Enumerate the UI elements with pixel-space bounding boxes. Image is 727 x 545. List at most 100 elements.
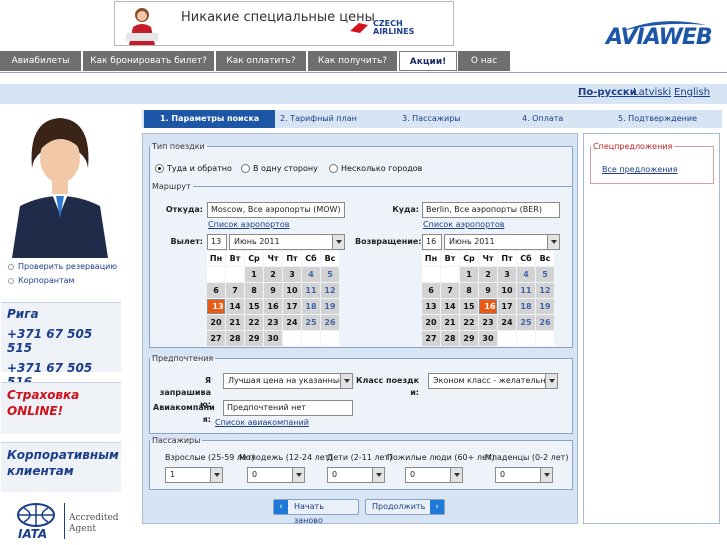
return-calendar-day[interactable]: 25	[517, 315, 535, 330]
depart-calendar-day[interactable]: 26	[321, 315, 339, 330]
depart-calendar-day[interactable]: 23	[264, 315, 282, 330]
corporate-link[interactable]: Корпорантам	[8, 276, 75, 285]
depart-calendar-day[interactable]: 12	[321, 283, 339, 298]
lang-latvian-link[interactable]: Latviski	[633, 87, 671, 98]
depart-calendar-day[interactable]: 13	[207, 299, 225, 314]
depart-calendar-day[interactable]: 20	[207, 315, 225, 330]
depart-calendar-day[interactable]: 18	[302, 299, 320, 314]
depart-calendar-day[interactable]: 1	[245, 267, 263, 282]
corporate-clients-box[interactable]: Корпоративным клиентам	[1, 442, 121, 492]
ad-banner[interactable]: Никакие специальные цены CZECH AIRLINES	[114, 1, 454, 46]
depart-calendar-day[interactable]: 21	[226, 315, 244, 330]
depart-calendar-day[interactable]: 24	[283, 315, 301, 330]
class-select[interactable]: Эконом класс - желательно	[428, 373, 558, 389]
return-calendar-day[interactable]: 30	[479, 331, 497, 346]
check-reservation-link[interactable]: Проверить резервацию	[8, 262, 117, 271]
trip-oneway-radio[interactable]: В одну сторону	[241, 164, 318, 173]
lang-russian-link[interactable]: По-русски	[578, 87, 637, 98]
depart-calendar-day[interactable]: 30	[264, 331, 282, 346]
nav-tab-how-to-book[interactable]: Как бронировать билет?	[83, 51, 215, 71]
restart-button[interactable]: ‹ Начать заново	[273, 499, 359, 525]
depart-calendar-day[interactable]: 9	[264, 283, 282, 298]
depart-calendar-day[interactable]: 8	[245, 283, 263, 298]
depart-calendar-day[interactable]: 25	[302, 315, 320, 330]
return-calendar-day[interactable]: 2	[479, 267, 497, 282]
return-day-input[interactable]: 16	[422, 234, 442, 250]
depart-calendar-day[interactable]: 4	[302, 267, 320, 282]
depart-calendar-day[interactable]: 14	[226, 299, 244, 314]
nav-tab-how-to-get[interactable]: Как получить?	[308, 51, 398, 71]
return-calendar-day[interactable]: 28	[441, 331, 459, 346]
return-calendar-day[interactable]: 5	[536, 267, 554, 282]
all-specials-link[interactable]: Все предложения	[602, 165, 678, 174]
from-airport-list-link[interactable]: Список аэропортов	[208, 220, 289, 229]
continue-button[interactable]: Продолжить ›	[365, 499, 445, 515]
nav-tab-promotions[interactable]: Акции!	[399, 51, 457, 71]
return-calendar-day[interactable]: 6	[422, 283, 440, 298]
lang-english-link[interactable]: English	[674, 87, 710, 98]
return-calendar-day[interactable]: 17	[498, 299, 516, 314]
seniors-select[interactable]: 0	[405, 467, 463, 483]
return-calendar-day[interactable]: 24	[498, 315, 516, 330]
return-calendar-day[interactable]: 14	[441, 299, 459, 314]
return-calendar-day[interactable]: 15	[460, 299, 478, 314]
return-calendar-day[interactable]: 10	[498, 283, 516, 298]
request-select[interactable]: Лучшая цена на указанные д	[223, 373, 353, 389]
depart-calendar-day[interactable]: 22	[245, 315, 263, 330]
depart-calendar-day[interactable]: 7	[226, 283, 244, 298]
to-input[interactable]: Berlin, Все аэропорты (BER)	[422, 202, 560, 218]
depart-day-input[interactable]: 13	[207, 234, 227, 250]
depart-calendar-day[interactable]: 6	[207, 283, 225, 298]
return-calendar-day[interactable]: 20	[422, 315, 440, 330]
depart-calendar-day[interactable]: 27	[207, 331, 225, 346]
return-month-select[interactable]: Июнь 2011	[444, 234, 560, 250]
depart-calendar-day[interactable]: 16	[264, 299, 282, 314]
depart-calendar-day[interactable]: 10	[283, 283, 301, 298]
return-calendar-day[interactable]: 11	[517, 283, 535, 298]
site-logo[interactable]: AVIAWEB	[606, 25, 713, 50]
depart-month-select[interactable]: Июнь 2011	[229, 234, 345, 250]
adults-select[interactable]: 1	[165, 467, 223, 483]
depart-calendar-day[interactable]: 19	[321, 299, 339, 314]
insurance-box[interactable]: Страховка ONLINE!	[1, 382, 121, 434]
depart-calendar: Пн Вт Ср Чт Пт Сб Вс 1 2 3 4 5 6 7 8 9 10 11 12 13 14 15 16 17 1…	[206, 250, 340, 347]
nav-tab-about[interactable]: О нас	[458, 51, 511, 71]
return-calendar-day[interactable]: 22	[460, 315, 478, 330]
return-calendar-day[interactable]: 8	[460, 283, 478, 298]
depart-calendar-day[interactable]: 29	[245, 331, 263, 346]
return-calendar-day[interactable]: 13	[422, 299, 440, 314]
return-calendar-day[interactable]: 21	[441, 315, 459, 330]
trip-roundtrip-radio[interactable]: Туда и обратно	[155, 164, 232, 173]
infants-select[interactable]: 0	[495, 467, 553, 483]
return-calendar-day[interactable]: 23	[479, 315, 497, 330]
depart-calendar-day[interactable]: 3	[283, 267, 301, 282]
return-calendar-day[interactable]: 26	[536, 315, 554, 330]
return-calendar-day[interactable]: 1	[460, 267, 478, 282]
depart-calendar-day[interactable]: 15	[245, 299, 263, 314]
depart-calendar-day[interactable]: 17	[283, 299, 301, 314]
from-input[interactable]: Moscow, Все аэропорты (MOW)	[207, 202, 345, 218]
youth-label: Молодежь (12-24 лет)	[239, 453, 333, 462]
return-calendar-day[interactable]: 29	[460, 331, 478, 346]
depart-calendar-day[interactable]: 5	[321, 267, 339, 282]
return-calendar-day[interactable]: 12	[536, 283, 554, 298]
youth-select[interactable]: 0	[247, 467, 305, 483]
return-calendar-day[interactable]: 18	[517, 299, 535, 314]
depart-calendar-day[interactable]: 2	[264, 267, 282, 282]
to-airport-list-link[interactable]: Список аэропортов	[423, 220, 504, 229]
airline-input[interactable]: Предпочтений нет	[223, 400, 353, 416]
return-calendar-day[interactable]: 9	[479, 283, 497, 298]
trip-multicity-radio[interactable]: Несколько городов	[329, 164, 422, 173]
depart-calendar-day[interactable]: 11	[302, 283, 320, 298]
children-select[interactable]: 0	[327, 467, 385, 483]
nav-tab-how-to-pay[interactable]: Как оплатить?	[216, 51, 307, 71]
airline-list-link[interactable]: Список авиакомпаний	[215, 418, 309, 427]
depart-calendar-day[interactable]: 28	[226, 331, 244, 346]
return-calendar-day[interactable]: 19	[536, 299, 554, 314]
nav-tab-tickets[interactable]: Авиабилеты	[0, 51, 82, 71]
return-calendar-day[interactable]: 4	[517, 267, 535, 282]
return-calendar-day[interactable]: 16	[479, 299, 497, 314]
return-calendar-day[interactable]: 3	[498, 267, 516, 282]
return-calendar-day[interactable]: 27	[422, 331, 440, 346]
return-calendar-day[interactable]: 7	[441, 283, 459, 298]
